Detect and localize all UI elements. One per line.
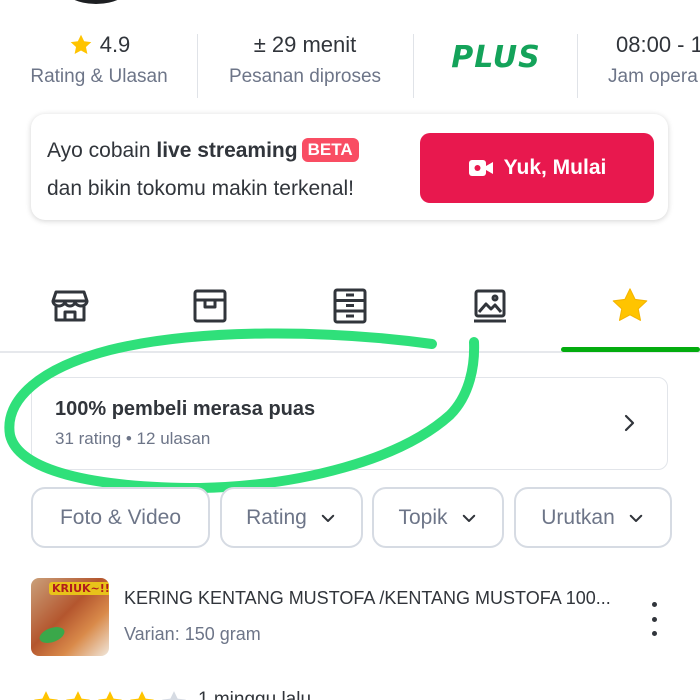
live-streaming-banner: Ayo cobain live streaming BETA dan bikin … bbox=[31, 114, 668, 220]
stat-operating-hours: 08:00 - 1 Jam opera bbox=[600, 28, 700, 104]
tab-reviews[interactable] bbox=[608, 284, 652, 328]
beta-badge: BETA bbox=[301, 138, 359, 162]
filter-label: Rating bbox=[246, 505, 307, 529]
filter-urutkan[interactable]: Urutkan bbox=[514, 487, 672, 548]
filter-label: Foto & Video bbox=[59, 505, 182, 529]
star-icon bbox=[70, 34, 91, 54]
stat-rating[interactable]: 4.9 Rating & Ulasan bbox=[24, 28, 174, 104]
chevron-down-icon bbox=[629, 514, 642, 522]
review-rating-stars bbox=[31, 688, 189, 700]
start-live-button[interactable]: Yuk, Mulai bbox=[420, 133, 654, 203]
satisfaction-title: 100% pembeli merasa puas bbox=[55, 398, 316, 420]
product-thumbnail-tag: KRIUK~!!! bbox=[49, 582, 109, 595]
more-options-icon[interactable] bbox=[644, 602, 664, 636]
tab-etalase[interactable] bbox=[328, 284, 372, 328]
star-empty-icon bbox=[162, 691, 186, 700]
filter-label: Urutkan bbox=[541, 505, 615, 529]
product-thumbnail[interactable]: KRIUK~!!! bbox=[31, 578, 109, 656]
filter-rating[interactable]: Rating bbox=[220, 487, 363, 548]
start-live-label: Yuk, Mulai bbox=[503, 156, 607, 179]
star-filled-icon bbox=[98, 691, 122, 700]
operating-hours-label: Jam opera bbox=[608, 66, 698, 87]
live-text-line2: dan bikin tokomu makin terkenal! bbox=[47, 177, 354, 200]
tab-home[interactable] bbox=[48, 284, 92, 328]
star-filled-icon bbox=[34, 691, 58, 700]
shop-avatar bbox=[62, 0, 130, 4]
processing-time-label: Pesanan diproses bbox=[228, 66, 382, 87]
processing-time-value: ± 29 menit bbox=[253, 32, 357, 57]
gallery-icon bbox=[474, 289, 506, 323]
chevron-down-icon bbox=[321, 514, 335, 522]
satisfaction-subtitle: 31 rating • 12 ulasan bbox=[55, 429, 211, 448]
stat-processing-time: ± 29 menit Pesanan diproses bbox=[215, 28, 395, 104]
chevron-right-icon bbox=[624, 414, 635, 432]
plus-logo-text: PLUS bbox=[451, 40, 541, 75]
filter-foto-video[interactable]: Foto & Video bbox=[31, 487, 210, 548]
tab-feed[interactable] bbox=[468, 284, 512, 328]
divider bbox=[197, 34, 198, 98]
shop-stats-row: 4.9 Rating & Ulasan ± 29 menit Pesanan d… bbox=[0, 28, 700, 104]
plus-logo[interactable]: PLUS bbox=[432, 28, 560, 104]
box-icon bbox=[193, 289, 227, 323]
live-text-prefix: Ayo cobain bbox=[47, 139, 157, 162]
review-product-name[interactable]: KERING KENTANG MUSTOFA /KENTANG MUSTOFA … bbox=[124, 588, 611, 609]
chevron-down-icon bbox=[462, 514, 475, 522]
live-text-bold: live streaming bbox=[156, 139, 298, 162]
live-banner-text: Ayo cobain live streaming BETA dan bikin … bbox=[47, 132, 359, 208]
operating-hours-value: 08:00 - 1 bbox=[616, 32, 700, 57]
filter-label: Topik bbox=[398, 505, 448, 529]
review-product-variant: Varian: 150 gram bbox=[124, 624, 261, 644]
rating-value: 4.9 bbox=[99, 32, 131, 57]
star-filled-icon bbox=[130, 691, 154, 700]
tab-products[interactable] bbox=[188, 284, 232, 328]
star-filled-icon bbox=[66, 691, 90, 700]
product-thumbnail-leaf bbox=[37, 623, 67, 647]
etalase-icon bbox=[333, 288, 367, 324]
filter-topik[interactable]: Topik bbox=[372, 487, 504, 548]
review-time: 1 minggu lalu bbox=[198, 689, 312, 700]
active-tab-indicator bbox=[561, 347, 700, 352]
store-icon bbox=[51, 290, 89, 322]
satisfaction-summary-card[interactable]: 100% pembeli merasa puas 31 rating • 12 … bbox=[31, 377, 668, 470]
divider bbox=[577, 34, 578, 98]
star-icon bbox=[612, 288, 648, 321]
divider bbox=[413, 34, 414, 98]
video-camera-icon bbox=[468, 160, 493, 176]
rating-label: Rating & Ulasan bbox=[30, 66, 168, 87]
shop-tab-bar bbox=[0, 268, 700, 353]
